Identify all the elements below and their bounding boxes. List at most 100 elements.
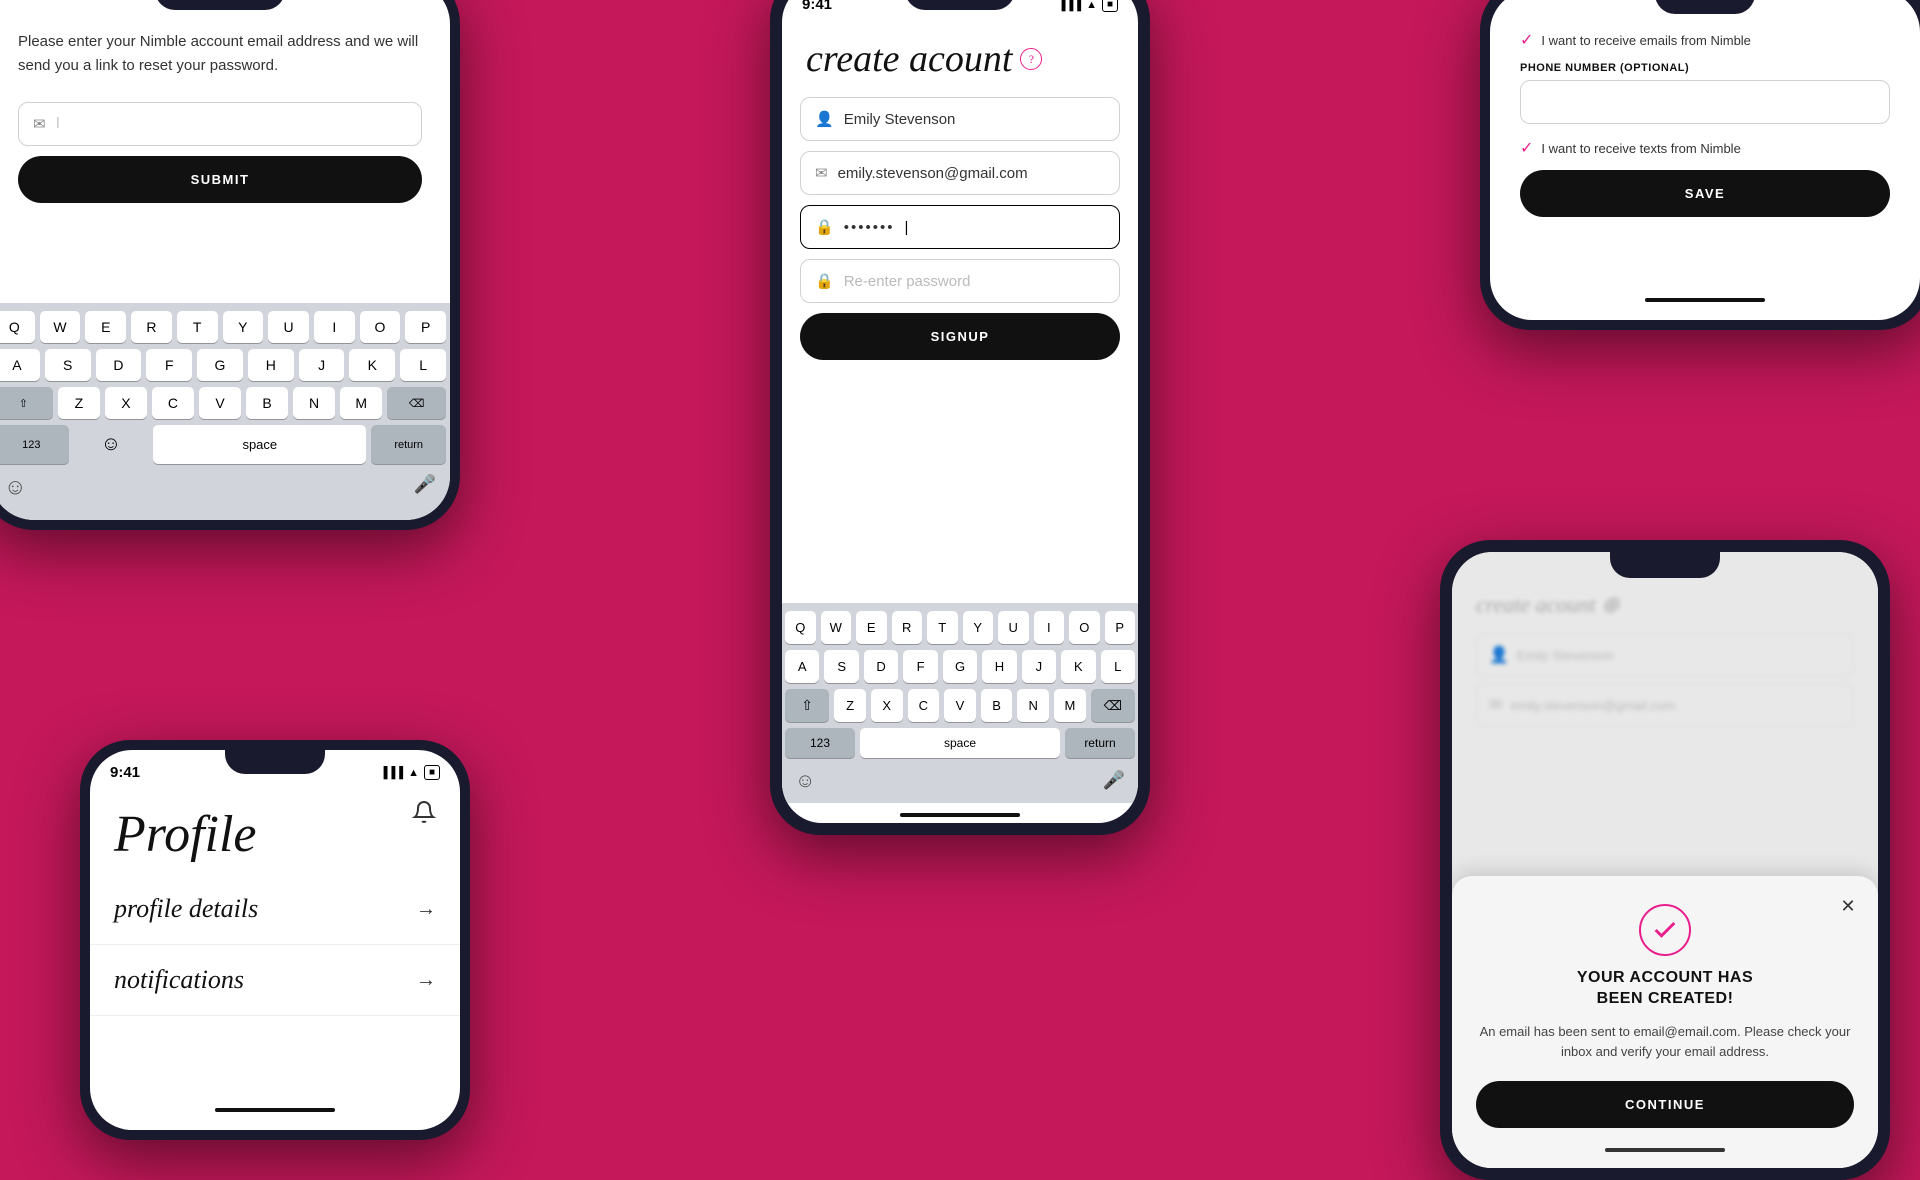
email-checkbox-row: ✓ I want to receive emails from Nimble <box>1520 30 1890 50</box>
email-field[interactable]: ✉ emily.stevenson@gmail.com <box>800 151 1120 195</box>
k2-c[interactable]: C <box>908 689 940 722</box>
k2-f[interactable]: F <box>903 650 937 683</box>
k2-p[interactable]: P <box>1105 611 1136 644</box>
password-field[interactable]: 🔒 ••••••• | <box>800 205 1120 249</box>
modal-close-button[interactable]: ✕ <box>1834 892 1862 920</box>
k2-n[interactable]: N <box>1017 689 1049 722</box>
k2-g[interactable]: G <box>943 650 977 683</box>
k2-t[interactable]: T <box>927 611 958 644</box>
continue-button[interactable]: CONTINUE <box>1476 1081 1854 1128</box>
notification-bell[interactable] <box>412 800 436 830</box>
key-v[interactable]: V <box>199 387 241 419</box>
numbers-key[interactable]: 123 <box>0 425 69 464</box>
key-x[interactable]: X <box>105 387 147 419</box>
k2-r[interactable]: R <box>892 611 923 644</box>
key-w[interactable]: W <box>40 311 81 343</box>
signal-icon-4: ▐▐▐ <box>380 767 403 779</box>
wifi-icon-4: ▲ <box>408 767 419 779</box>
k2-space[interactable]: space <box>860 728 1060 758</box>
email-input-field[interactable]: ✉ I <box>18 102 422 146</box>
email-icon: ✉ <box>33 115 46 133</box>
key-h[interactable]: H <box>248 349 294 381</box>
k2-m[interactable]: M <box>1054 689 1086 722</box>
profile-title: Profile <box>90 785 460 874</box>
k2-l[interactable]: L <box>1101 650 1135 683</box>
k2-mic-icon[interactable]: 🎤 <box>1103 770 1125 793</box>
k2-a[interactable]: A <box>785 650 819 683</box>
key-y[interactable]: Y <box>223 311 264 343</box>
key-u[interactable]: U <box>268 311 309 343</box>
notifications-item[interactable]: notifications → <box>90 945 460 1016</box>
k2-delete[interactable]: ⌫ <box>1091 689 1135 722</box>
return-key[interactable]: return <box>371 425 446 464</box>
k2-v[interactable]: V <box>944 689 976 722</box>
key-n[interactable]: N <box>293 387 335 419</box>
delete-key[interactable]: ⌫ <box>387 387 446 419</box>
k2-w[interactable]: W <box>821 611 852 644</box>
texts-checkbox-row: ✓ I want to receive texts from Nimble <box>1520 138 1890 158</box>
key-b[interactable]: B <box>246 387 288 419</box>
k2-return[interactable]: return <box>1065 728 1135 758</box>
wifi-icon: ▲ <box>1086 0 1097 11</box>
key-p[interactable]: P <box>405 311 446 343</box>
k2-q[interactable]: Q <box>785 611 816 644</box>
k2-o[interactable]: O <box>1069 611 1100 644</box>
key-a[interactable]: A <box>0 349 40 381</box>
phone-number-field[interactable] <box>1520 80 1890 124</box>
k2-emoji-icon[interactable]: ☺ <box>795 770 815 793</box>
key-e[interactable]: E <box>85 311 126 343</box>
save-button[interactable]: SAVE <box>1520 170 1890 217</box>
status-icons-4: ▐▐▐ ▲ ■ <box>380 765 440 780</box>
texts-checkbox-icon[interactable]: ✓ <box>1520 138 1533 158</box>
status-icons-2: ▐▐▐ ▲ ■ <box>1058 0 1118 12</box>
key-o[interactable]: O <box>360 311 401 343</box>
key-l[interactable]: L <box>400 349 446 381</box>
shift-key[interactable]: ⇧ <box>0 387 53 419</box>
key-z[interactable]: Z <box>58 387 100 419</box>
k2-d[interactable]: D <box>864 650 898 683</box>
space-key[interactable]: space <box>153 425 366 464</box>
k2-y[interactable]: Y <box>963 611 994 644</box>
key-t[interactable]: T <box>177 311 218 343</box>
mic-icon[interactable]: 🎤 <box>414 474 436 500</box>
key-g[interactable]: G <box>197 349 243 381</box>
k2-numbers[interactable]: 123 <box>785 728 855 758</box>
phone-notch-4 <box>225 750 325 774</box>
profile-settings-phone: ✓ I want to receive emails from Nimble P… <box>1480 0 1920 330</box>
key-k[interactable]: K <box>349 349 395 381</box>
signup-button[interactable]: SIGNUP <box>800 313 1120 360</box>
k2-h[interactable]: H <box>982 650 1016 683</box>
key-m[interactable]: M <box>340 387 382 419</box>
k2-s[interactable]: S <box>824 650 858 683</box>
k2-x[interactable]: X <box>871 689 903 722</box>
key-r[interactable]: R <box>131 311 172 343</box>
key-i[interactable]: I <box>314 311 355 343</box>
k2-shift[interactable]: ⇧ <box>785 689 829 722</box>
key-j[interactable]: J <box>299 349 345 381</box>
notifications-arrow: → <box>416 969 436 992</box>
key-f[interactable]: F <box>146 349 192 381</box>
k2-z[interactable]: Z <box>834 689 866 722</box>
emoji-bottom-icon[interactable]: ☺ <box>4 474 26 500</box>
email-checkbox-icon[interactable]: ✓ <box>1520 30 1533 50</box>
k2-u[interactable]: U <box>998 611 1029 644</box>
name-field[interactable]: 👤 Emily Stevenson <box>800 97 1120 141</box>
key-q[interactable]: Q <box>0 311 35 343</box>
keyboard-2: Q W E R T Y U I O P A S D F G H J K L <box>782 603 1138 803</box>
key-d[interactable]: D <box>96 349 142 381</box>
key-c[interactable]: C <box>152 387 194 419</box>
k2-k[interactable]: K <box>1061 650 1095 683</box>
lock-icon-2: 🔒 <box>815 272 834 290</box>
profile-details-arrow: → <box>416 898 436 921</box>
k2-j[interactable]: J <box>1022 650 1056 683</box>
help-icon[interactable]: ? <box>1020 48 1042 70</box>
reenter-password-field[interactable]: 🔒 Re-enter password <box>800 259 1120 303</box>
profile-details-item[interactable]: profile details → <box>90 874 460 945</box>
k2-e[interactable]: E <box>856 611 887 644</box>
k2-b[interactable]: B <box>981 689 1013 722</box>
k2-i[interactable]: I <box>1034 611 1065 644</box>
emoji-key[interactable]: ☺ <box>74 425 149 464</box>
key-s[interactable]: S <box>45 349 91 381</box>
account-created-modal: ✕ YOUR ACCOUNT HASBEEN CREATED! An email… <box>1452 876 1878 1168</box>
submit-button[interactable]: SUBMIT <box>18 156 422 203</box>
